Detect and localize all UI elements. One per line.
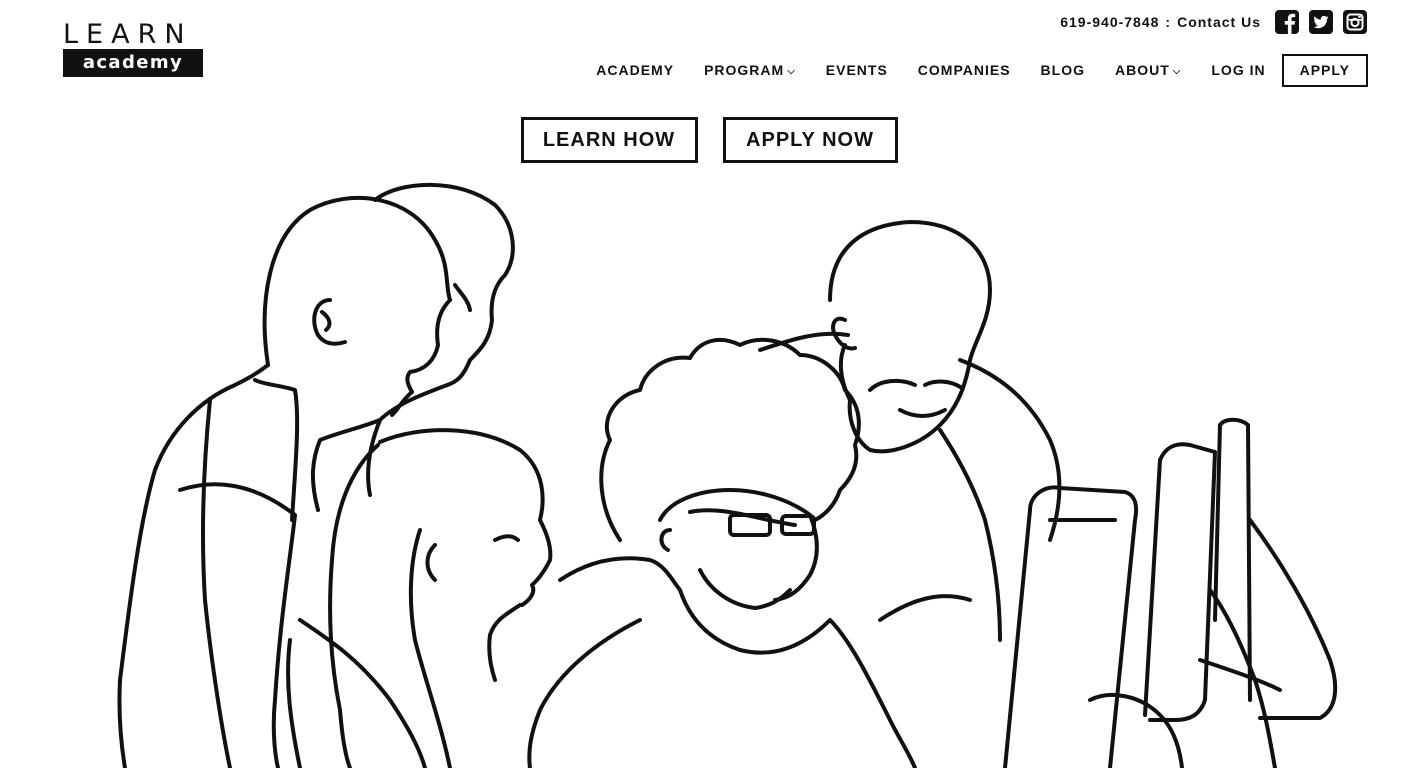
nav-item-label: ACADEMY — [596, 62, 675, 78]
nav-item-label: COMPANIES — [917, 62, 1011, 78]
twitter-icon[interactable] — [1309, 10, 1333, 34]
nav-item-program[interactable]: PROGRAM ⌵ — [704, 62, 796, 78]
logo[interactable]: LEARN academy — [63, 19, 203, 77]
chevron-down-icon: ⌵ — [1172, 65, 1182, 77]
logo-wordmark-learn: LEARN — [63, 19, 193, 50]
top-contact-bar: 619-940-7848 : Contact Us — [1060, 9, 1367, 35]
learn-how-button[interactable]: LEARN HOW — [520, 117, 698, 163]
hero-cta-row: LEARN HOW APPLY NOW — [0, 117, 1428, 163]
main-nav: ACADEMY PROGRAM ⌵ EVENTS COMPANIES BLOG … — [566, 52, 1368, 88]
phone-number[interactable]: 619-940-7848 — [1060, 14, 1159, 30]
logo-wordmark-academy: academy — [63, 49, 203, 77]
nav-apply-button[interactable]: APPLY — [1281, 53, 1368, 87]
nav-item-label: BLOG — [1040, 62, 1085, 78]
nav-item-label: LOG IN — [1211, 62, 1266, 78]
nav-item-blog[interactable]: BLOG — [1041, 62, 1085, 78]
nav-item-label: PROGRAM — [704, 62, 785, 78]
contact-us-link[interactable]: Contact Us — [1177, 14, 1261, 30]
nav-item-label: EVENTS — [825, 62, 888, 78]
nav-item-label: ABOUT — [1115, 62, 1170, 78]
nav-item-academy[interactable]: ACADEMY — [596, 62, 674, 78]
line-art-students-at-computer — [117, 182, 1338, 770]
nav-item-events[interactable]: EVENTS — [826, 62, 888, 78]
nav-item-companies[interactable]: COMPANIES — [918, 62, 1011, 78]
instagram-icon[interactable] — [1343, 10, 1367, 34]
chevron-down-icon: ⌵ — [787, 65, 796, 77]
apply-now-button[interactable]: APPLY NOW — [722, 117, 898, 163]
nav-item-about[interactable]: ABOUT ⌵ — [1115, 62, 1181, 78]
nav-item-log-in[interactable]: LOG IN — [1211, 62, 1265, 78]
contact-separator: : — [1165, 14, 1172, 30]
facebook-icon[interactable] — [1275, 10, 1299, 34]
hero-illustration — [0, 170, 1428, 770]
